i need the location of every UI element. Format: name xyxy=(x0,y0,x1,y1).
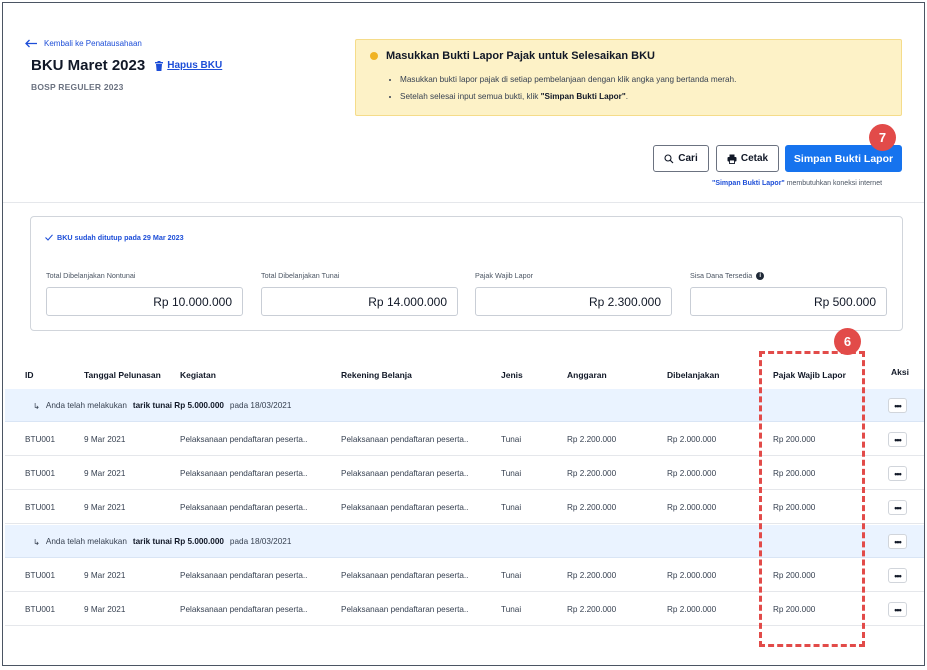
cell-tanggal: 9 Mar 2021 xyxy=(84,435,126,444)
printer-icon xyxy=(727,154,737,164)
cell-tanggal: 9 Mar 2021 xyxy=(84,605,126,614)
cell-rekening: Pelaksanaan pendaftaran peserta.. xyxy=(341,503,469,512)
cell-rekening: Pelaksanaan pendaftaran peserta.. xyxy=(341,435,469,444)
cell-jenis: Tunai xyxy=(501,469,522,478)
column-header-jenis: Jenis xyxy=(501,370,523,380)
page-subtitle: BOSP REGULER 2023 xyxy=(31,82,124,92)
cell-kegiatan: Pelaksanaan pendaftaran peserta.. xyxy=(180,435,308,444)
summary-value: Rp 2.300.000 xyxy=(475,287,672,316)
cell-rekening: Pelaksanaan pendaftaran peserta.. xyxy=(341,605,469,614)
cell-anggaran: Rp 2.200.000 xyxy=(567,605,617,614)
cell-anggaran: Rp 2.200.000 xyxy=(567,503,617,512)
cell-tanggal: 9 Mar 2021 xyxy=(84,469,126,478)
notice-title: Masukkan Bukti Lapor Pajak untuk Selesai… xyxy=(386,50,655,62)
summary-sisa-dana: Sisa Dana Tersedia i Rp 500.000 xyxy=(690,271,887,316)
more-actions-button[interactable]: ••• xyxy=(888,500,907,515)
trash-icon xyxy=(155,60,164,71)
notice-line-2: Setelah selesai input semua bukti, klik … xyxy=(400,88,736,105)
cell-tanggal: 9 Mar 2021 xyxy=(84,571,126,580)
more-actions-button[interactable]: ••• xyxy=(888,568,907,583)
more-actions-button[interactable]: ••• xyxy=(888,466,907,481)
cell-anggaran: Rp 2.200.000 xyxy=(567,571,617,580)
search-button-label: Cari xyxy=(678,153,698,164)
cell-jenis: Tunai xyxy=(501,605,522,614)
column-header-tanggal: Tanggal Pelunasan xyxy=(84,370,161,380)
subdirectory-arrow-icon: ↳ xyxy=(33,402,40,411)
cell-anggaran: Rp 2.200.000 xyxy=(567,469,617,478)
cell-id: BTU001 xyxy=(25,605,56,614)
cell-kegiatan: Pelaksanaan pendaftaran peserta.. xyxy=(180,469,308,478)
cell-id: BTU001 xyxy=(25,469,56,478)
arrow-left-icon xyxy=(25,39,37,48)
cell-dibelanjakan: Rp 2.000.000 xyxy=(667,605,717,614)
summary-pajak: Pajak Wajib Lapor Rp 2.300.000 xyxy=(475,271,672,316)
page-frame: Kembali ke Penatausahaan BKU Maret 2023 … xyxy=(2,2,925,666)
summary-nontunai: Total Dibelanjakan Nontunai Rp 10.000.00… xyxy=(46,271,243,316)
subdirectory-arrow-icon: ↳ xyxy=(33,538,40,547)
search-button[interactable]: Cari xyxy=(653,145,709,172)
search-icon xyxy=(664,153,674,163)
header-divider xyxy=(3,202,924,203)
cell-anggaran: Rp 2.200.000 xyxy=(567,435,617,444)
cell-kegiatan: Pelaksanaan pendaftaran peserta.. xyxy=(180,503,308,512)
cell-dibelanjakan: Rp 2.000.000 xyxy=(667,469,717,478)
print-button-label: Cetak xyxy=(740,153,769,164)
cell-dibelanjakan: Rp 2.000.000 xyxy=(667,503,717,512)
column-header-kegiatan: Kegiatan xyxy=(180,370,216,380)
delete-bku-label: Hapus BKU xyxy=(167,60,223,71)
more-actions-button[interactable]: ••• xyxy=(888,602,907,617)
cell-dibelanjakan: Rp 2.000.000 xyxy=(667,435,717,444)
warning-dot-icon xyxy=(370,52,378,60)
cell-jenis: Tunai xyxy=(501,571,522,580)
withdrawal-info-text: ↳ Anda telah melakukan tarik tunai Rp 5.00… xyxy=(33,537,292,547)
withdrawal-info-text: ↳ Anda telah melakukan tarik tunai Rp 5.00… xyxy=(33,401,292,411)
cell-id: BTU001 xyxy=(25,571,56,580)
more-actions-button[interactable]: ••• xyxy=(888,432,907,447)
cell-kegiatan: Pelaksanaan pendaftaran peserta.. xyxy=(180,571,308,580)
summary-tunai: Total Dibelanjakan Tunai Rp 14.000.000 xyxy=(261,271,458,316)
summary-value: Rp 10.000.000 xyxy=(46,287,243,316)
column-header-dibelanjakan: Dibelanjakan xyxy=(667,370,720,380)
notice-banner: Masukkan Bukti Lapor Pajak untuk Selesai… xyxy=(355,39,902,116)
summary-label: Pajak Wajib Lapor xyxy=(475,271,534,280)
bku-closed-status: BKU sudah ditutup pada 29 Mar 2023 xyxy=(45,233,184,242)
internet-hint: "Simpan Bukti Lapor" membutuhkan koneksi… xyxy=(712,180,883,187)
step-badge-7: 7 xyxy=(869,124,896,151)
back-link[interactable]: Kembali ke Penatausahaan xyxy=(25,39,142,48)
summary-label: Total Dibelanjakan Nontunai xyxy=(46,271,136,280)
check-icon xyxy=(45,234,53,241)
summary-card: BKU sudah ditutup pada 29 Mar 2023 Total… xyxy=(30,216,903,331)
notice-line-1: Masukkan bukti lapor pajak di setiap pem… xyxy=(400,71,736,88)
cell-id: BTU001 xyxy=(25,503,56,512)
cell-rekening: Pelaksanaan pendaftaran peserta.. xyxy=(341,469,469,478)
pajak-column-highlight xyxy=(759,351,865,647)
cell-id: BTU001 xyxy=(25,435,56,444)
summary-value: Rp 14.000.000 xyxy=(261,287,458,316)
cell-rekening: Pelaksanaan pendaftaran peserta.. xyxy=(341,571,469,580)
summary-label: Total Dibelanjakan Tunai xyxy=(261,271,340,280)
cell-jenis: Tunai xyxy=(501,503,522,512)
column-header-aksi: Aksi xyxy=(891,367,909,377)
summary-value: Rp 500.000 xyxy=(690,287,887,316)
column-header-id: ID xyxy=(25,370,34,380)
more-actions-button[interactable]: ••• xyxy=(888,398,907,413)
more-actions-button[interactable]: ••• xyxy=(888,534,907,549)
back-link-label: Kembali ke Penatausahaan xyxy=(44,39,142,48)
column-header-anggaran: Anggaran xyxy=(567,370,607,380)
summary-label: Sisa Dana Tersedia i xyxy=(690,271,887,280)
save-button-label: Simpan Bukti Lapor xyxy=(793,152,894,165)
delete-bku-link[interactable]: Hapus BKU xyxy=(155,60,222,71)
cell-jenis: Tunai xyxy=(501,435,522,444)
info-icon[interactable]: i xyxy=(756,271,765,280)
print-button[interactable]: Cetak xyxy=(716,145,779,172)
page-title: BKU Maret 2023 xyxy=(31,57,146,74)
cell-dibelanjakan: Rp 2.000.000 xyxy=(667,571,717,580)
column-header-rekening: Rekening Belanja xyxy=(341,370,412,380)
cell-tanggal: 9 Mar 2021 xyxy=(84,503,126,512)
cell-kegiatan: Pelaksanaan pendaftaran peserta.. xyxy=(180,605,308,614)
